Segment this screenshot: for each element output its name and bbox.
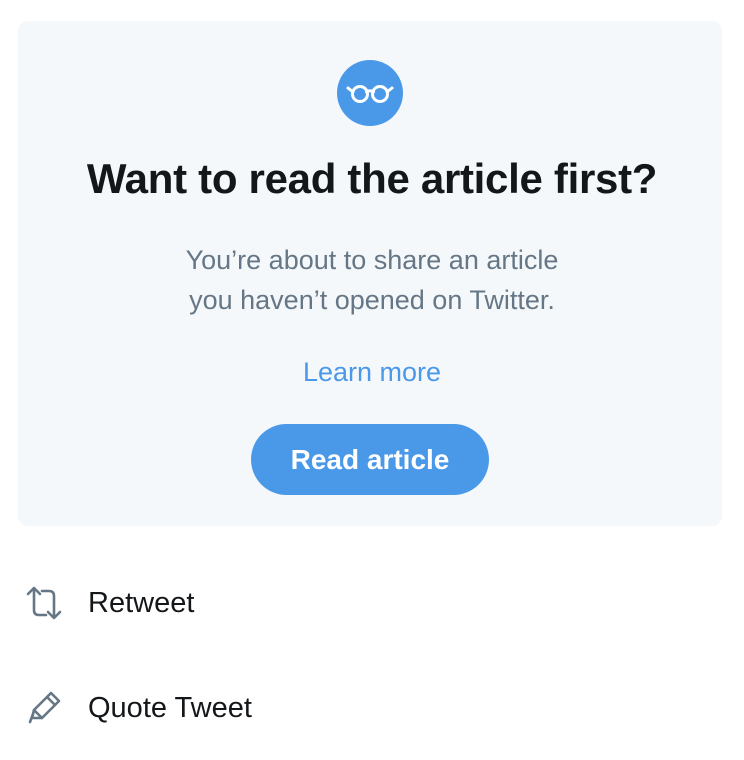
menu-item-label: Quote Tweet	[88, 692, 252, 724]
learn-more-link[interactable]: Learn more	[0, 352, 744, 392]
retweet-icon	[26, 586, 62, 620]
pencil-icon	[28, 691, 61, 724]
menu-item-label: Retweet	[88, 587, 195, 619]
read-article-button[interactable]: Read article	[251, 424, 489, 495]
menu-item-quote-tweet[interactable]: Quote Tweet	[0, 668, 744, 748]
prompt-body-line-1: You’re about to share an article	[185, 245, 559, 275]
menu-item-retweet[interactable]: Retweet	[0, 563, 744, 643]
prompt-title: Want to read the article first?	[86, 155, 658, 202]
glasses-icon	[346, 85, 394, 103]
glasses-icon-badge	[337, 60, 403, 126]
prompt-body-line-2: you haven’t opened on Twitter.	[189, 285, 555, 315]
